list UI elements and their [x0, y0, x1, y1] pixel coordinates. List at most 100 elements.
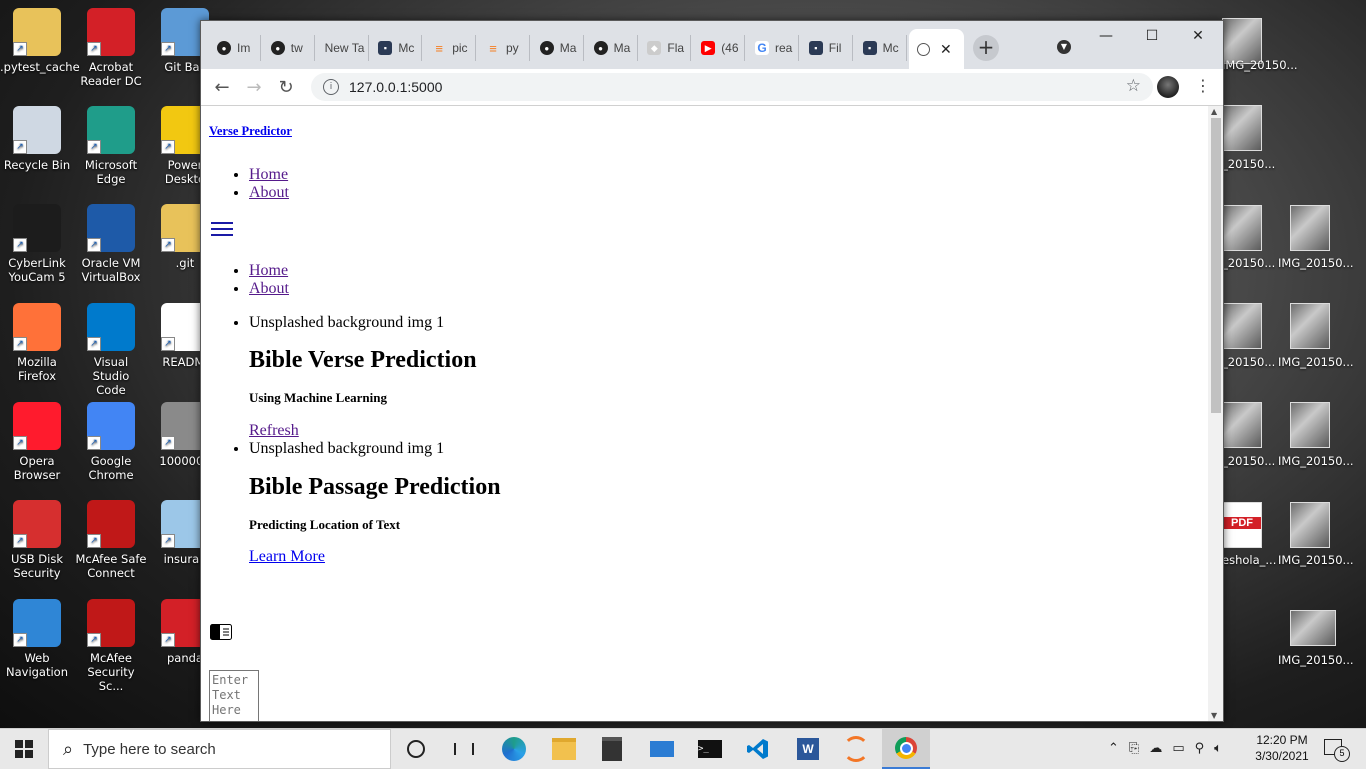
desktop-shortcut-label: Visual Studio Code: [92, 355, 130, 397]
github-icon: ●: [270, 41, 285, 55]
image-thumbnail[interactable]: [1290, 402, 1330, 448]
clock[interactable]: 12:20 PM 3/30/2021: [1246, 732, 1318, 764]
image-thumbnail[interactable]: [1290, 502, 1330, 548]
shortcut-arrow-icon: ↗: [87, 42, 101, 56]
chrome-taskbar-icon[interactable]: [882, 729, 930, 769]
bookmark-star-icon[interactable]: ☆: [1126, 76, 1141, 96]
tab-active[interactable]: ✕: [909, 29, 964, 69]
notification-center-icon[interactable]: 5: [1324, 739, 1350, 762]
cortana-icon[interactable]: [392, 729, 440, 769]
image-thumbnail[interactable]: [1222, 303, 1262, 349]
desktop-shortcut[interactable]: ↗ Recycle Bin: [0, 106, 74, 172]
browser-tab[interactable]: ◆ Fla: [639, 35, 692, 61]
shortcut-arrow-icon: ↗: [161, 534, 175, 548]
minimize-button[interactable]: —: [1083, 21, 1129, 51]
new-tab-button[interactable]: +: [973, 35, 999, 61]
desktop-shortcut[interactable]: ↗ McAfee Security Sc...: [74, 599, 148, 693]
browser-tab[interactable]: ▪ Mc: [370, 35, 423, 61]
book-icon[interactable]: [210, 624, 232, 640]
mobile-link-home[interactable]: Home: [249, 262, 288, 279]
desktop-shortcut[interactable]: ↗ Oracle VM VirtualBox: [74, 204, 148, 284]
browser-tab[interactable]: Grea: [747, 35, 799, 61]
start-button[interactable]: [0, 729, 48, 769]
browser-tab[interactable]: New Ta: [317, 35, 369, 61]
desktop-shortcut[interactable]: ↗ Acrobat Reader DC: [74, 8, 148, 88]
image-thumbnail[interactable]: [1222, 402, 1262, 448]
tab-close-icon[interactable]: ✕: [940, 41, 952, 58]
text-input[interactable]: [209, 670, 259, 721]
scrollbar-thumb[interactable]: [1211, 118, 1221, 413]
image-thumbnail[interactable]: [1222, 105, 1262, 151]
browser-tab[interactable]: ≡ pic: [424, 35, 477, 61]
meet-now-icon[interactable]: ⎘: [1129, 741, 1149, 756]
battery-icon[interactable]: ▭: [1172, 741, 1194, 756]
browser-tab[interactable]: ● Im: [209, 35, 261, 61]
desktop-shortcut[interactable]: ↗ Google Chrome: [74, 402, 148, 482]
file-explorer-icon[interactable]: [540, 729, 588, 769]
recycle-bin-icon: ↗: [13, 106, 61, 154]
desktop-shortcut[interactable]: ↗ Visual Studio Code: [74, 303, 148, 397]
reload-button[interactable]: ↻: [273, 75, 299, 99]
hamburger-menu-icon[interactable]: [211, 218, 233, 240]
volume-icon[interactable]: 🔈︎: [1214, 741, 1232, 756]
shortcut-arrow-icon: ↗: [13, 238, 27, 252]
firefox-icon: ↗: [13, 303, 61, 351]
browser-tab[interactable]: ● Ma: [532, 35, 584, 61]
brand-logo-link[interactable]: Verse Predictor: [209, 124, 292, 139]
profile-avatar[interactable]: [1157, 76, 1179, 98]
store-icon[interactable]: [588, 729, 636, 769]
chevron-up-icon[interactable]: ⌃: [1108, 741, 1129, 756]
jupyter-taskbar-icon[interactable]: [832, 729, 880, 769]
slide-subtitle: Predicting Location of Text: [249, 517, 401, 532]
mail-icon[interactable]: [638, 729, 686, 769]
taskbar-search[interactable]: ⌕ Type here to search: [48, 729, 391, 769]
terminal-taskbar-icon[interactable]: >_: [686, 729, 734, 769]
browser-tab[interactable]: ▪ Mc: [855, 35, 907, 61]
image-thumbnail[interactable]: [1222, 205, 1262, 251]
pdf-file-icon[interactable]: PDF: [1222, 502, 1262, 548]
network-icon[interactable]: ⚲: [1195, 741, 1215, 756]
scroll-up-icon[interactable]: ▲: [1211, 107, 1217, 116]
forward-button[interactable]: →: [241, 75, 267, 99]
scrollbar[interactable]: ▲ ▼: [1208, 106, 1223, 721]
scroll-down-icon[interactable]: ▼: [1211, 711, 1217, 720]
browser-tab[interactable]: ▶ (46: [693, 35, 746, 61]
desktop-shortcut[interactable]: ↗ .pytest_cache: [0, 8, 80, 74]
slider: Unsplashed background img 1 Bible Verse …: [209, 314, 1149, 566]
task-view-icon[interactable]: [440, 729, 488, 769]
desktop-shortcut[interactable]: ↗ Mozilla Firefox: [0, 303, 74, 383]
edge-taskbar-icon[interactable]: [490, 729, 538, 769]
desktop-shortcut[interactable]: ↗ Web Navigation: [0, 599, 74, 679]
site-info-icon[interactable]: i: [323, 79, 339, 95]
tab-search-button[interactable]: ▼: [1057, 40, 1071, 54]
vscode-taskbar-icon[interactable]: [734, 729, 782, 769]
mobile-link-about[interactable]: About: [249, 280, 289, 297]
onedrive-icon[interactable]: ☁: [1149, 741, 1172, 756]
nav-link-about[interactable]: About: [249, 184, 289, 201]
browser-tab[interactable]: ● tw: [263, 35, 315, 61]
desktop-shortcut[interactable]: ↗ Opera Browser: [0, 402, 74, 482]
browser-tab[interactable]: ≡ py: [478, 35, 530, 61]
word-taskbar-icon[interactable]: W: [784, 729, 832, 769]
image-thumbnail[interactable]: [1290, 303, 1330, 349]
address-bar[interactable]: i 127.0.0.1:5000 ☆: [311, 73, 1153, 101]
desktop-shortcut[interactable]: ↗ CyberLink YouCam 5: [0, 204, 74, 284]
tab-title: Fla: [667, 41, 685, 55]
refresh-link[interactable]: Refresh: [249, 422, 299, 440]
edge-icon: ↗: [87, 106, 135, 154]
image-thumbnail[interactable]: [1290, 205, 1330, 251]
desktop-shortcut[interactable]: ↗ USB Disk Security: [0, 500, 74, 580]
learn-more-link[interactable]: Learn More: [249, 548, 325, 566]
desktop-file-label: eshola_...: [1222, 553, 1277, 567]
nav-link-home[interactable]: Home: [249, 166, 288, 183]
image-thumbnail[interactable]: [1290, 610, 1336, 646]
maximize-button[interactable]: ☐: [1129, 21, 1175, 51]
browser-tab[interactable]: ▪ Fil: [801, 35, 853, 61]
close-window-button[interactable]: ✕: [1175, 21, 1221, 51]
desktop-shortcut[interactable]: ↗ Microsoft Edge: [74, 106, 148, 186]
back-button[interactable]: ←: [209, 75, 235, 99]
menu-kebab-icon[interactable]: ⋮: [1195, 76, 1211, 95]
desktop-shortcut-label: USB Disk Security: [11, 552, 63, 580]
browser-tab[interactable]: ● Ma: [586, 35, 638, 61]
desktop-shortcut[interactable]: ↗ McAfee Safe Connect: [74, 500, 148, 580]
